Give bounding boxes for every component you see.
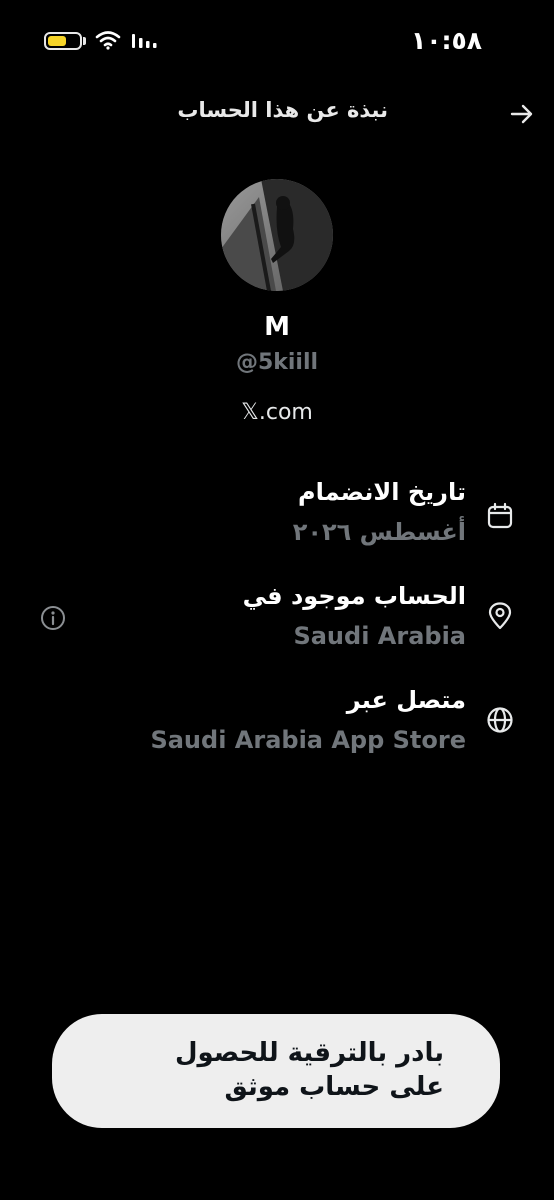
- avatar[interactable]: [221, 179, 333, 291]
- status-time: ١٠:٥٨: [410, 26, 482, 55]
- website-link[interactable]: 𝕏.com: [0, 400, 554, 425]
- info-value: Saudi Arabia App Store: [150, 726, 466, 754]
- info-title: تاريخ الانضمام: [298, 478, 466, 506]
- display-name: M: [264, 312, 290, 342]
- battery-tip: [83, 37, 86, 45]
- info-title: الحساب موجود في: [242, 582, 466, 610]
- page-title: نبذة عن هذا الحساب: [177, 98, 388, 122]
- upgrade-banner-text: بادر بالترقية للحصول على حساب موثق: [174, 1038, 444, 1102]
- signal-icon: [132, 34, 157, 48]
- header: نبذة عن هذا الحساب: [0, 92, 554, 136]
- battery-level-fill: [48, 36, 66, 46]
- status-bar: ١٠:٥٨: [0, 0, 554, 80]
- info-row-join-date: تاريخ الانضمام أغسطس ٢٠٢٦: [0, 478, 554, 568]
- username: @5kiill: [235, 350, 319, 375]
- arrow-right-icon[interactable]: [508, 100, 536, 128]
- info-row-location: الحساب موجود في Saudi Arabia: [0, 582, 554, 672]
- globe-icon: [487, 707, 513, 733]
- info-value: أغسطس ٢٠٢٦: [292, 518, 466, 546]
- info-circle-icon[interactable]: [40, 605, 66, 631]
- location-pin-icon: [488, 602, 512, 630]
- calendar-icon: [487, 502, 513, 529]
- info-title: متصل عبر: [346, 686, 466, 714]
- upgrade-verified-button[interactable]: بادر بالترقية للحصول على حساب موثق: [52, 1014, 500, 1128]
- avatar-image: [221, 179, 333, 291]
- battery-icon: [44, 32, 82, 50]
- info-value: Saudi Arabia: [293, 622, 466, 650]
- wifi-icon: [95, 31, 121, 50]
- info-row-connected-via: متصل عبر Saudi Arabia App Store: [0, 686, 554, 776]
